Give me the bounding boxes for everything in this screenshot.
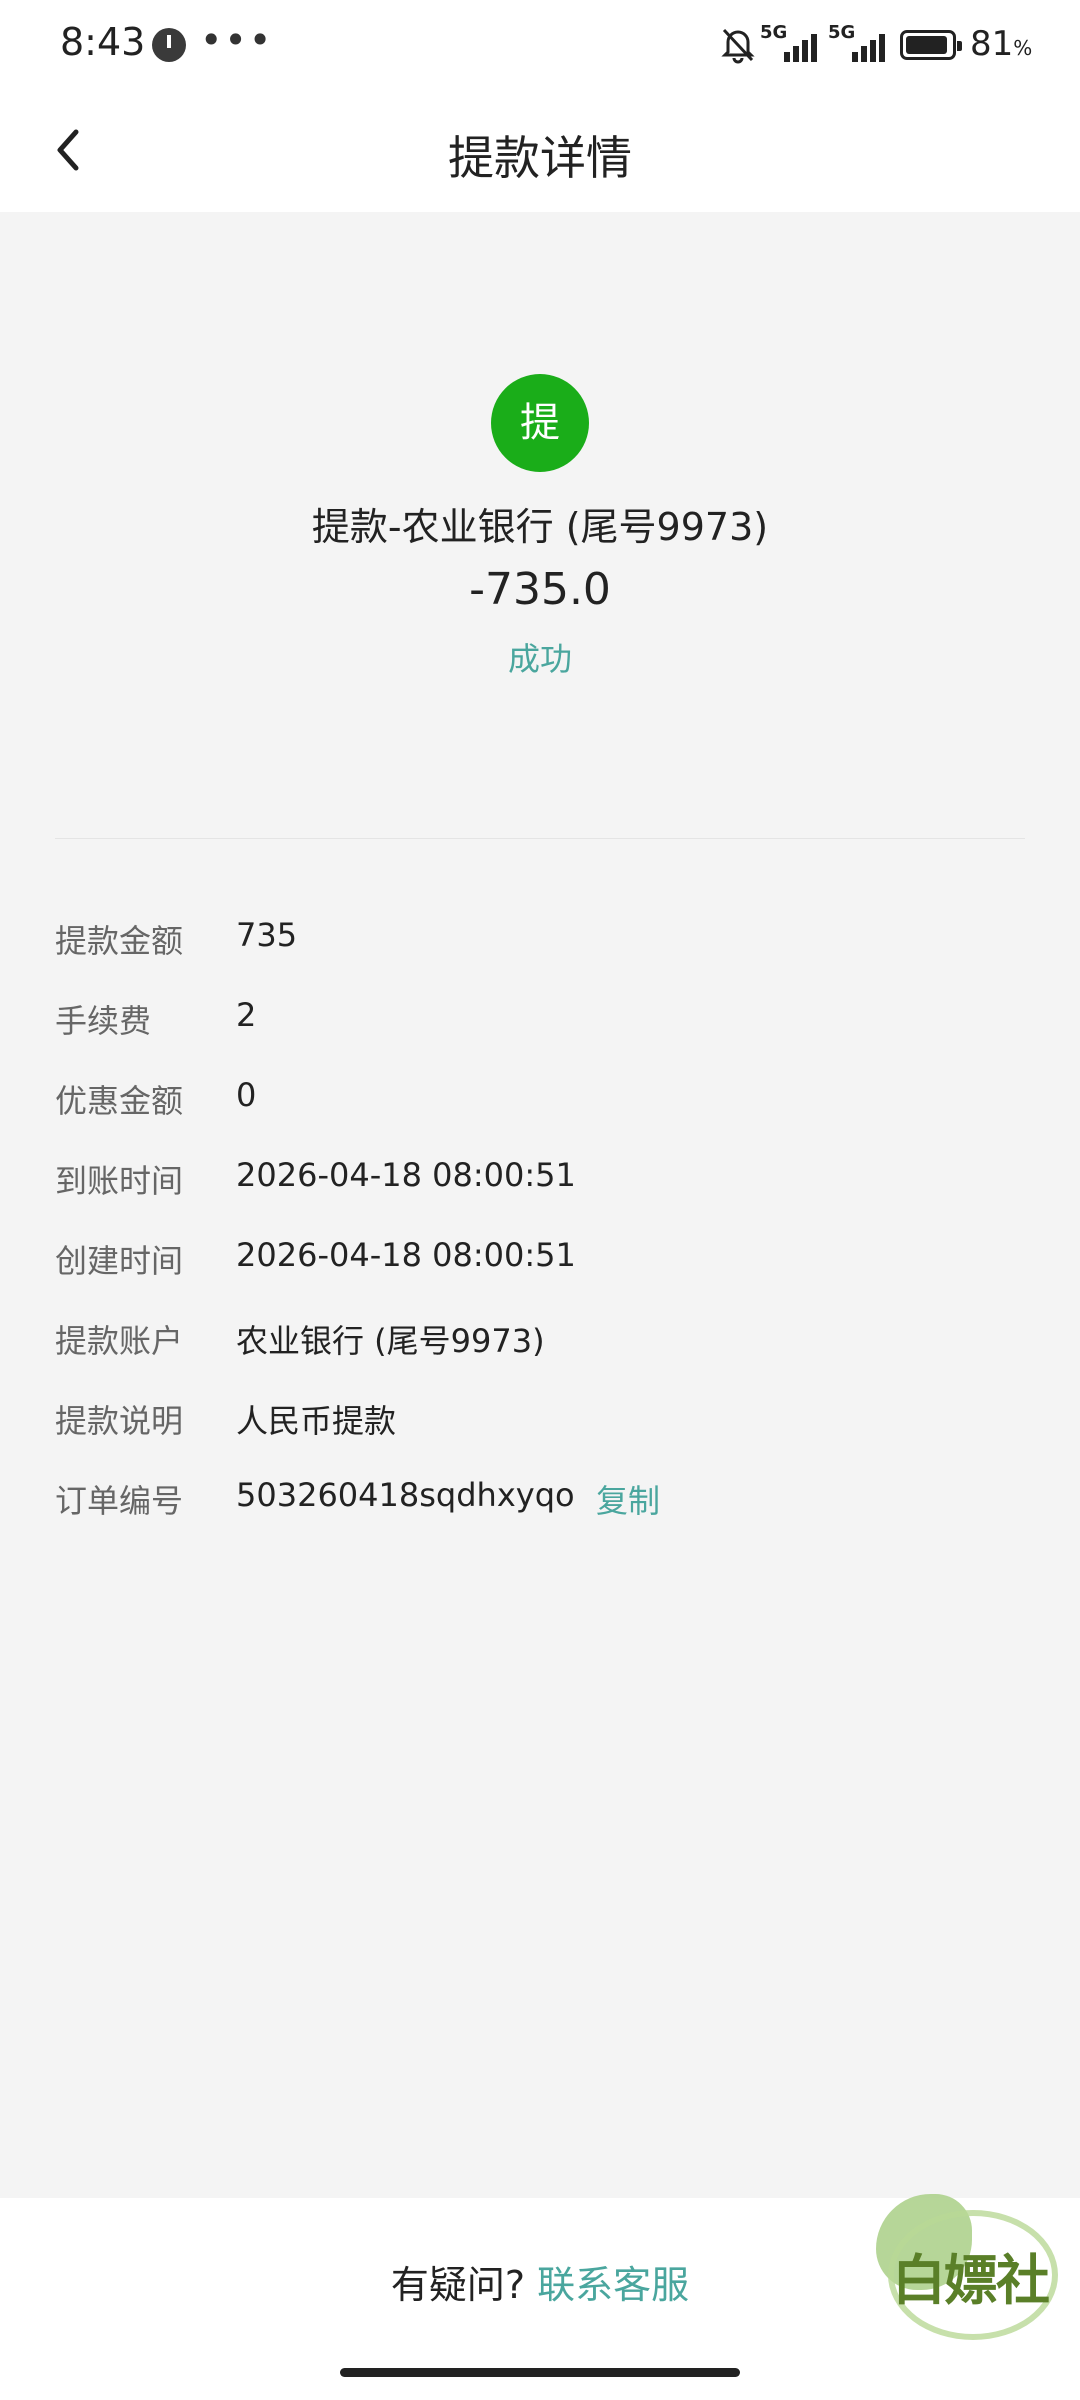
order-number: 503260418sqdhxyqo (236, 1476, 575, 1514)
watermark-text: 白嫖社 (892, 2249, 1050, 2312)
detail-label: 提款账户 (55, 1322, 184, 1360)
detail-label: 到账时间 (55, 1162, 184, 1200)
detail-value: 人民币提款 (236, 1402, 397, 1440)
transaction-amount: -735.0 (469, 564, 611, 615)
help-question: 有疑问? (390, 2263, 526, 2307)
clock-icon (152, 28, 186, 62)
signal-label: 5G (760, 22, 788, 43)
page-title: 提款详情 (448, 131, 632, 185)
battery-percent: 81% (970, 24, 1033, 64)
status-badge: 成功 (507, 640, 572, 678)
watermark-logo: 白嫖社 (868, 2190, 1068, 2350)
detail-label: 提款说明 (55, 1402, 184, 1440)
home-indicator[interactable] (340, 2368, 740, 2377)
battery-icon (900, 30, 962, 60)
detail-row-amount: 提款金额 735 (55, 904, 1025, 984)
status-bar: 8:43 ••• 5G 5G 81% (0, 0, 1080, 90)
detail-row-account: 提款账户 农业银行 (尾号9973) (55, 1304, 1025, 1384)
detail-label: 手续费 (55, 1002, 152, 1040)
detail-value: 0 (236, 1076, 257, 1114)
withdraw-badge: 提 (491, 374, 589, 472)
contact-support-link[interactable]: 联系客服 (537, 2263, 689, 2307)
more-notifications-icon: ••• (200, 18, 274, 62)
detail-label: 提款金额 (55, 922, 184, 960)
detail-row-discount: 优惠金额 0 (55, 1064, 1025, 1144)
detail-row-order-number: 订单编号 503260418sqdhxyqo 复制 (55, 1464, 1025, 1544)
copy-button[interactable]: 复制 (596, 1476, 660, 1522)
detail-value: 农业银行 (尾号9973) (236, 1322, 545, 1360)
detail-row-arrival-time: 到账时间 2026-04-18 08:00:51 (55, 1144, 1025, 1224)
signal-label: 5G (828, 22, 856, 43)
transaction-title: 提款-农业银行 (尾号9973) (311, 505, 769, 549)
detail-value: 2026-04-18 08:00:51 (236, 1156, 576, 1194)
detail-row-fee: 手续费 2 (55, 984, 1025, 1064)
detail-value: 2026-04-18 08:00:51 (236, 1236, 576, 1274)
detail-label: 创建时间 (55, 1242, 184, 1280)
detail-row-created-time: 创建时间 2026-04-18 08:00:51 (55, 1224, 1025, 1304)
detail-value: 2 (236, 996, 257, 1034)
detail-list: 提款金额 735 手续费 2 优惠金额 0 到账时间 2026-04-18 08… (55, 904, 1025, 1544)
divider (55, 838, 1025, 839)
signal-icon: 5G (828, 22, 894, 64)
signal-icon: 5G (760, 22, 826, 64)
detail-label: 优惠金额 (55, 1082, 184, 1120)
detail-value: 735 (236, 916, 298, 954)
nav-bar: 提款详情 (0, 90, 1080, 212)
detail-label: 订单编号 (55, 1482, 184, 1520)
detail-row-description: 提款说明 人民币提款 (55, 1384, 1025, 1464)
bell-muted-icon (721, 28, 755, 64)
status-time: 8:43 (60, 20, 146, 64)
